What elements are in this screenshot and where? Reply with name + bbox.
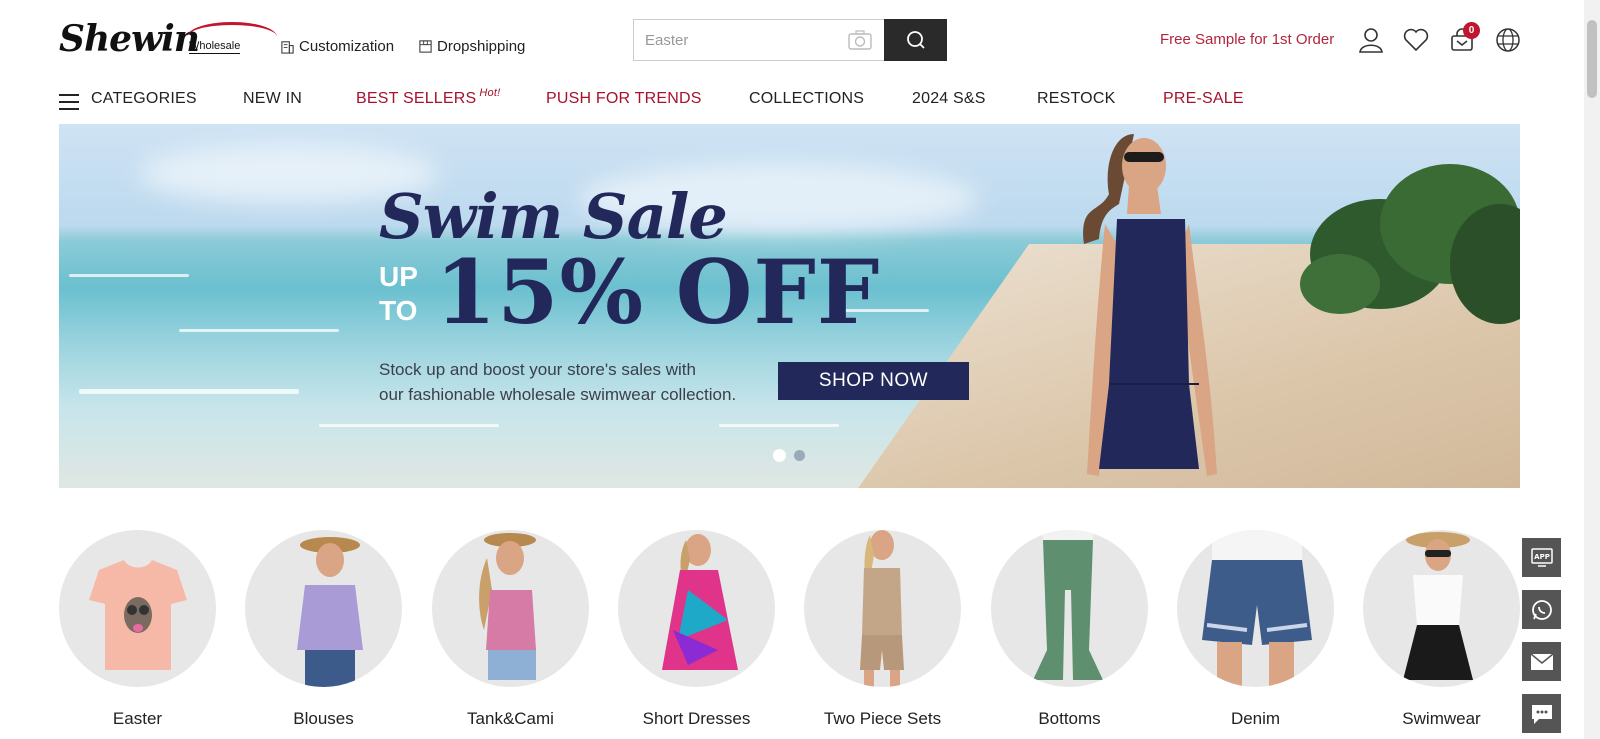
nav-restock[interactable]: RESTOCK [1037,90,1115,108]
category-label: Blouses [293,709,354,728]
email-button[interactable] [1522,642,1561,681]
category-label: Bottoms [1038,709,1101,728]
category-image [432,530,589,687]
app-download-button[interactable]: APP [1522,538,1561,577]
category-swimwear[interactable]: Swimwear [1363,530,1520,729]
banner-desc-line1: Stock up and boost your store's sales wi… [379,360,696,379]
wishlist-button[interactable] [1402,26,1430,54]
category-blouses[interactable]: Blouses [245,530,402,729]
whatsapp-icon [1531,599,1552,620]
nav-best-sellers-label: BEST SELLERS [356,90,477,107]
model-image [1083,134,1217,476]
live-chat-button[interactable] [1522,694,1561,733]
category-tank-cami[interactable]: Tank&Cami [432,530,589,729]
language-button[interactable] [1494,26,1522,54]
nav-2024-ss[interactable]: 2024 S&S [912,90,986,108]
carousel-dot-1[interactable] [773,449,786,462]
nav-best-sellers[interactable]: BEST SELLERS Hot! [356,87,501,108]
nav-collections[interactable]: COLLECTIONS [749,90,864,108]
category-short-dresses[interactable]: Short Dresses [618,530,775,729]
box-icon [419,40,432,53]
banner-to: TO [379,295,418,326]
whatsapp-button[interactable] [1522,590,1561,629]
dropshipping-label: Dropshipping [437,38,526,55]
free-sample-link[interactable]: Free Sample for 1st Order [1160,31,1334,48]
page-scrollbar[interactable] [1584,0,1600,739]
banner-up-to: UP TO [379,260,418,328]
svg-text:APP: APP [1534,553,1550,561]
banner-discount: 15% OFF [435,240,881,344]
category-bottoms[interactable]: Bottoms [991,530,1148,729]
account-button[interactable] [1357,26,1385,54]
search-bar [633,19,947,61]
cart-count-badge: 0 [1463,22,1480,39]
mail-icon [1530,653,1553,670]
category-image [59,530,216,687]
user-icon [1359,28,1383,53]
palm-trees-image [1300,164,1520,324]
search-button[interactable] [884,19,947,61]
category-image [1177,530,1334,687]
wave [79,389,299,394]
wave [179,329,339,332]
globe-icon [1496,28,1520,52]
category-image [804,530,961,687]
carousel-dot-2[interactable] [794,450,805,461]
wave [69,274,189,277]
nav-new-in[interactable]: NEW IN [243,90,302,108]
customization-link[interactable]: Customization [280,38,394,55]
banner-desc-line2: our fashionable wholesale swimwear colle… [379,385,737,404]
category-label: Easter [112,709,163,728]
category-image [991,530,1148,687]
camera-icon[interactable] [848,30,872,50]
categories-menu[interactable]: CATEGORIES [59,90,197,110]
logo-subtitle: Wholesale [189,40,241,54]
category-label: Two Piece Sets [823,709,942,728]
category-label: Short Dresses [642,709,751,728]
wave [719,424,839,427]
search-icon [906,31,925,49]
site-header: Shewin Wholesale Customization Dropshipp… [0,0,1584,82]
cart-button[interactable]: 0 [1448,22,1480,54]
search-input[interactable] [634,20,884,60]
shewin-logo[interactable]: Shewin Wholesale [59,18,277,63]
wave [319,424,499,427]
category-easter[interactable]: Easter [59,530,216,729]
banner-up: UP [379,261,418,292]
chat-icon [1531,704,1552,724]
hot-badge: Hot! [479,87,501,99]
category-denim[interactable]: Denim [1177,530,1334,729]
banner-description: Stock up and boost your store's sales wi… [379,357,779,407]
nav-push-for-trends[interactable]: PUSH FOR TRENDS [546,90,702,108]
nav-pre-sale[interactable]: PRE-SALE [1163,90,1244,108]
dropshipping-link[interactable]: Dropshipping [418,38,525,55]
hamburger-icon [59,94,79,110]
hero-banner[interactable]: Swim Sale UP TO 15% OFF Stock up and boo… [59,124,1520,488]
customization-label: Customization [299,38,395,55]
scrollbar-thumb[interactable] [1587,20,1597,98]
categories-label: CATEGORIES [91,90,197,107]
category-image [618,530,775,687]
app-icon: APP [1530,547,1553,567]
category-label: Denim [1230,709,1281,728]
category-image [1363,530,1520,687]
building-icon [281,41,294,54]
category-label: Swimwear [1402,709,1481,728]
heart-icon [1403,28,1429,52]
category-two-piece-sets[interactable]: Two Piece Sets [804,530,961,729]
category-label: Tank&Cami [467,709,554,728]
carousel-dots [773,449,805,462]
category-image [245,530,402,687]
logo-text: Shewin [59,18,200,60]
shop-now-button[interactable]: SHOP NOW [778,362,969,400]
